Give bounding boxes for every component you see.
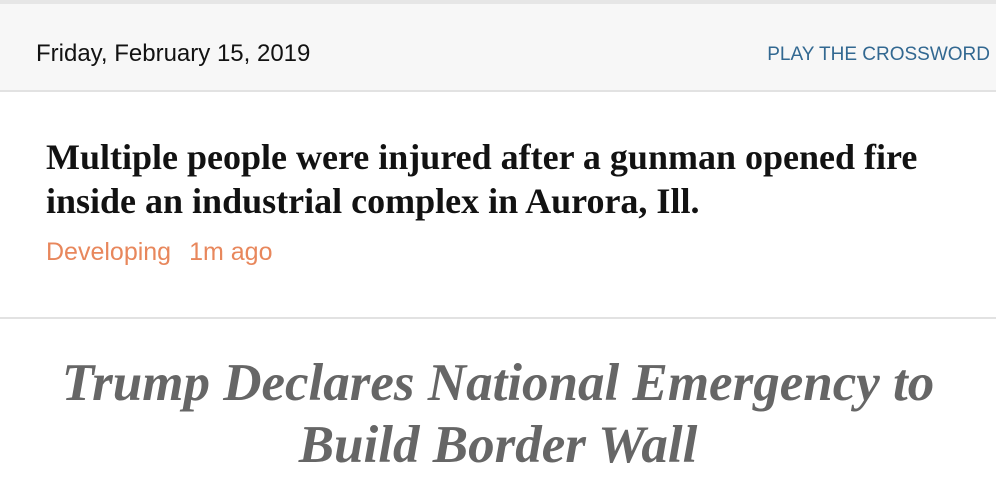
developing-label: Developing	[46, 238, 172, 266]
lead-headline-line-1: Trump Declares National Emergency to	[61, 354, 935, 412]
timestamp: 1m ago	[189, 238, 273, 266]
news-page: Friday, February 15, 2019 PLAY THE CROSS…	[0, 0, 996, 491]
breaking-news-headline[interactable]: Multiple people were injured after a gun…	[46, 135, 946, 223]
current-date: Friday, February 15, 2019	[36, 40, 311, 67]
date-bar: Friday, February 15, 2019 PLAY THE CROSS…	[0, 4, 996, 92]
lead-headline-line-2: Build Border Wall	[298, 416, 698, 474]
play-crossword-link[interactable]: PLAY THE CROSSWORD	[767, 44, 990, 66]
lead-story-headline[interactable]: Trump Declares National Emergency to Bui…	[0, 352, 996, 476]
breaking-news-meta: Developing 1m ago	[46, 238, 272, 267]
breaking-news-section: Multiple people were injured after a gun…	[0, 92, 996, 319]
